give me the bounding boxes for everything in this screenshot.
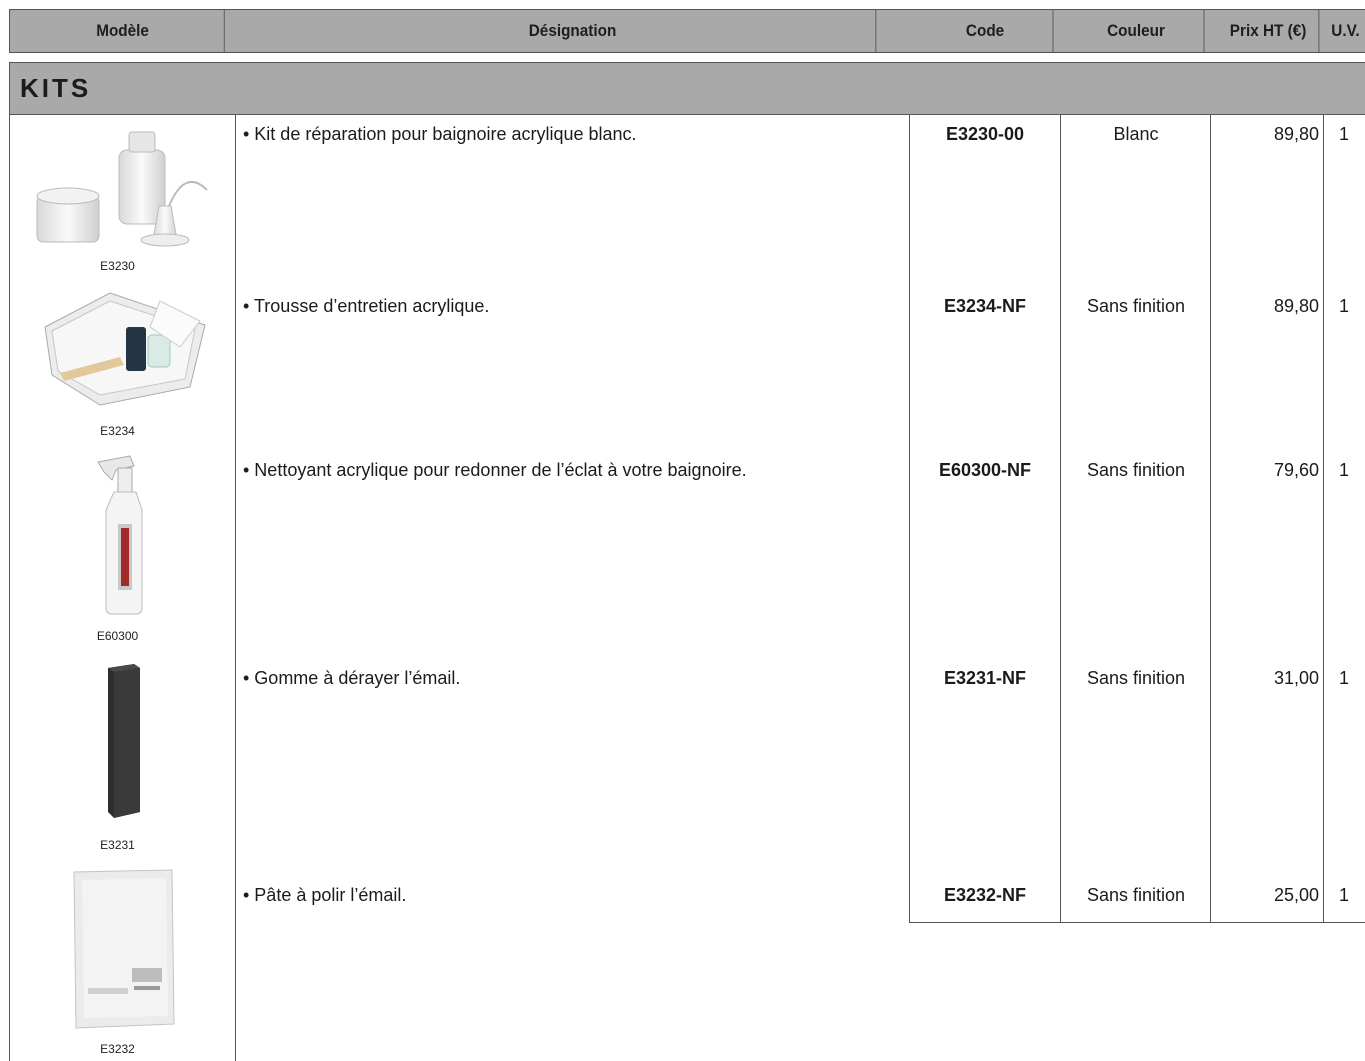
- header-designation: Désignation: [270, 10, 877, 52]
- uv-cell: 1: [1338, 460, 1349, 480]
- uv-cell: 1: [1338, 124, 1349, 144]
- product-image-e3232: [68, 868, 180, 1030]
- table-border-left: [9, 115, 10, 1061]
- designation-cell: • Trousse d’entretien acrylique.: [243, 296, 490, 316]
- code-cell: E3234-NF: [943, 296, 1027, 316]
- model-caption: E3234: [100, 424, 135, 438]
- header-modele: Modèle: [21, 10, 225, 52]
- section-header: KITS: [9, 62, 1365, 115]
- couleur-cell: Sans finition: [1086, 296, 1186, 316]
- prix-cell: 79,60: [1273, 460, 1319, 480]
- prix-cell: 89,80: [1273, 124, 1319, 144]
- prix-cell: 89,80: [1273, 296, 1319, 316]
- product-image-e3230: [35, 128, 215, 248]
- couleur-cell: Blanc: [1113, 124, 1159, 144]
- designation-cell: • Nettoyant acrylique pour redonner de l…: [243, 460, 747, 480]
- uv-cell: 1: [1338, 885, 1349, 905]
- code-cell: E60300-NF: [938, 460, 1032, 480]
- product-image-e3234: [40, 287, 210, 407]
- code-cell: E3231-NF: [943, 668, 1027, 688]
- column-divider-couleur: [1210, 115, 1211, 923]
- model-caption: E60300: [96, 629, 139, 643]
- couleur-cell: Sans finition: [1086, 460, 1186, 480]
- designation-cell: • Kit de réparation pour baignoire acryl…: [243, 124, 637, 144]
- header-couleur: Couleur: [1069, 10, 1205, 52]
- model-caption: E3230: [100, 259, 135, 273]
- uv-cell: 1: [1338, 296, 1349, 316]
- table-bottom-line: [909, 922, 1365, 923]
- table-header: Modèle Désignation Code Couleur Prix HT …: [9, 9, 1365, 53]
- column-divider-prix: [1323, 115, 1324, 923]
- column-divider-designation: [909, 115, 910, 923]
- column-divider-modele: [235, 115, 236, 1061]
- designation-cell: • Pâte à polir l’émail.: [243, 885, 407, 905]
- header-code: Code: [918, 10, 1054, 52]
- couleur-cell: Sans finition: [1086, 885, 1186, 905]
- model-caption: E3231: [100, 838, 135, 852]
- product-image-e60300: [90, 452, 160, 617]
- header-uv: U.V.: [1331, 21, 1360, 40]
- code-cell: E3232-NF: [943, 885, 1027, 905]
- couleur-cell: Sans finition: [1086, 668, 1186, 688]
- section-title: KITS: [20, 73, 92, 103]
- column-divider-code: [1060, 115, 1061, 923]
- prix-cell: 25,00: [1273, 885, 1319, 905]
- prix-cell: 31,00: [1273, 668, 1319, 688]
- designation-cell: • Gomme à dérayer l’émail.: [243, 668, 461, 688]
- product-image-e3231: [104, 662, 144, 822]
- header-prix: Prix HT (€): [1218, 10, 1320, 52]
- uv-cell: 1: [1338, 668, 1349, 688]
- model-caption: E3232: [100, 1042, 135, 1056]
- code-cell: E3230-00: [945, 124, 1025, 144]
